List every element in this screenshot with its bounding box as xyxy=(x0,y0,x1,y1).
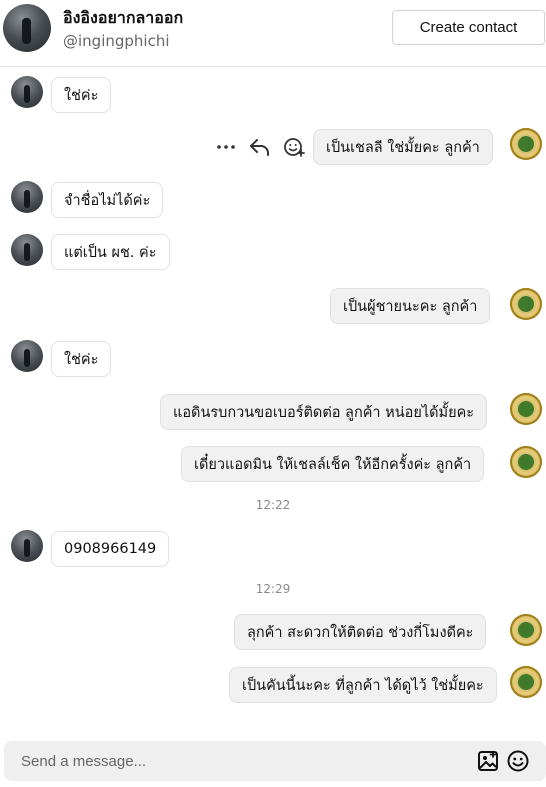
outgoing-message: เป็นคันนี้นะคะ ที่ลูกค้า ได้ดูไว้ ใช่มั้… xyxy=(229,667,497,703)
incoming-message: ใช่ค่ะ xyxy=(51,77,112,113)
emoji-icon[interactable] xyxy=(506,749,530,773)
outgoing-message: แอดินรบกวนขอเบอร์ติดต่อ ลูกค้า หน่อยได้ม… xyxy=(160,394,488,430)
create-contact-button[interactable]: Create contact xyxy=(392,10,545,45)
outgoing-message: เป็นเชลลี ใช่มั้ยคะ ลูกค้า xyxy=(313,129,493,165)
reply-icon[interactable] xyxy=(248,135,272,159)
contact-avatar[interactable] xyxy=(3,4,51,52)
sender-avatar xyxy=(11,76,43,108)
sender-avatar xyxy=(11,234,43,266)
sender-avatar xyxy=(11,340,43,372)
outgoing-message: เป็นผู้ชายนะคะ ลูกค้า xyxy=(330,288,491,324)
contact-name: อิงอิงอยากลาออก xyxy=(63,8,184,27)
agent-avatar xyxy=(510,128,542,160)
sender-avatar xyxy=(11,181,43,213)
sender-avatar xyxy=(11,530,43,562)
more-icon[interactable] xyxy=(214,135,238,159)
outgoing-message: เดี๋ยวแอดมิน ให้เชลล์เช็ค ให้อีกครั้งค่ะ… xyxy=(181,446,485,482)
chat-header: อิงอิงอยากลาออก @ingingphichi Create con… xyxy=(0,0,546,67)
agent-avatar xyxy=(510,393,542,425)
incoming-message: จำชื่อไม่ได้ค่ะ xyxy=(51,182,164,218)
add-reaction-icon[interactable] xyxy=(282,135,306,159)
agent-avatar xyxy=(510,614,542,646)
timestamp: 12:22 xyxy=(255,498,291,512)
agent-avatar xyxy=(510,666,542,698)
message-actions xyxy=(214,134,306,160)
message-composer xyxy=(4,741,546,781)
incoming-message: แต่เป็น ผช. ค่ะ xyxy=(51,234,170,270)
timestamp: 12:29 xyxy=(255,582,291,596)
agent-avatar xyxy=(510,288,542,320)
incoming-message: 0908966149 xyxy=(51,531,170,567)
agent-avatar xyxy=(510,446,542,478)
contact-handle: @ingingphichi xyxy=(63,32,170,50)
image-icon[interactable] xyxy=(476,749,500,773)
incoming-message: ใช่ค่ะ xyxy=(51,341,112,377)
outgoing-message: ลุกค้า สะดวกให้ติดต่อ ช่วงกี่โมงดีคะ xyxy=(234,614,487,650)
message-input[interactable] xyxy=(4,741,464,781)
